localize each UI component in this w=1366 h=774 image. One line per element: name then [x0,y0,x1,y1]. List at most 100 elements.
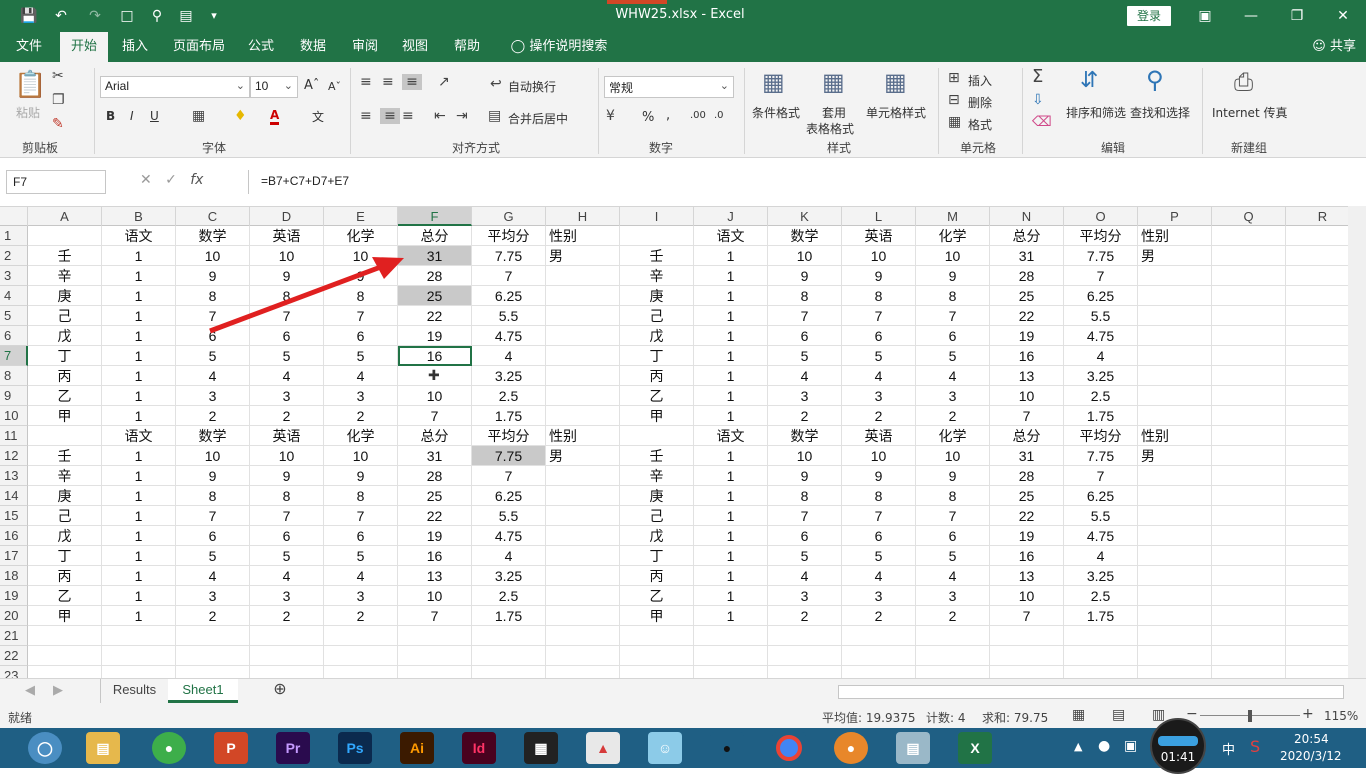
illustrator-icon[interactable]: Ai [400,732,434,764]
video-editor-icon[interactable]: ▦ [524,732,558,764]
zoom-level[interactable]: 115% [1324,709,1358,723]
phonetic-icon[interactable]: 文 [312,108,324,125]
add-sheet-icon[interactable]: ⊕ [268,679,292,703]
cut-icon[interactable]: ✂ [52,68,64,84]
page-break-view-icon[interactable]: ▥ [1152,707,1165,723]
align-bottom-icon[interactable]: ≡ [402,74,422,90]
search-icon[interactable]: ◯ [28,732,62,764]
prev-sheet-icon[interactable]: ◀ [22,679,38,703]
tray-qq-icon[interactable]: ● [1098,738,1110,754]
indesign-icon[interactable]: Id [462,732,496,764]
paste-icon[interactable]: 📋 [14,70,46,100]
conditional-format-button[interactable]: 条件格式 [752,104,800,121]
sheet-tab-sheet1[interactable]: Sheet1 [168,679,238,703]
italic-button[interactable]: I [130,109,134,123]
minimize-button[interactable]: — [1228,4,1274,28]
normal-view-icon[interactable]: ▦ [1072,707,1085,723]
table-format-button-line2[interactable]: 表格格式 [806,120,854,137]
app-cat-icon[interactable]: ☺ [648,732,682,764]
wechat-icon[interactable]: ● [152,732,186,764]
qq-icon[interactable]: ● [710,732,744,764]
next-sheet-icon[interactable]: ▶ [50,679,66,703]
sogou-icon[interactable]: S [1250,737,1260,756]
increase-decimal-button[interactable]: .00 [690,110,706,121]
align-right-icon[interactable]: ≡ [402,108,414,124]
bold-button[interactable]: B [106,109,115,123]
chrome-icon[interactable] [772,732,806,764]
fill-icon[interactable]: ⇩ [1032,92,1044,108]
zoom-in-icon[interactable]: + [1302,706,1314,722]
network-icon[interactable]: ▣ [1124,738,1137,754]
app-ruler-icon[interactable]: ▤ [896,732,930,764]
format-painter-icon[interactable]: ✎ [52,116,64,132]
copy-icon[interactable]: ❐ [52,92,65,108]
undo-icon[interactable]: ↶ [50,6,72,26]
font-size-select[interactable]: 10 ⌄ [250,76,298,98]
align-top-icon[interactable]: ≡ [360,74,372,90]
photoshop-icon[interactable]: Ps [338,732,372,764]
number-format-select[interactable]: 常规 ⌄ [604,76,734,98]
currency-icon[interactable]: ¥ [606,108,615,124]
enter-icon[interactable]: ✓ [165,172,177,188]
powerpoint-icon[interactable]: P [214,732,248,764]
zoom-slider-thumb[interactable] [1248,710,1252,722]
form-icon[interactable]: ▤ [175,6,197,26]
function-icon[interactable]: fx [190,172,203,188]
customize-qat-icon[interactable]: ▾ [203,6,225,26]
grow-font-icon[interactable]: Aˆ [304,78,319,93]
shrink-font-icon[interactable]: Aˇ [328,80,341,93]
percent-button[interactable]: % [642,110,654,125]
login-button[interactable]: 登录 [1127,6,1171,26]
file-explorer-icon[interactable]: ▤ [86,732,120,764]
insert-cells-button[interactable]: 插入 [968,72,992,89]
fill-color-icon[interactable]: ♦ [234,108,247,124]
orientation-icon[interactable]: ↗ [438,74,450,90]
merge-center-button[interactable]: 合并后居中 [508,110,568,127]
comma-button[interactable]: , [666,108,670,123]
tab-file[interactable]: 文件 [6,32,52,62]
tab-formulas[interactable]: 公式 [238,32,284,62]
formula-input[interactable]: =B7+C7+D7+E7 [248,170,1358,194]
font-color-icon[interactable]: A [270,108,280,125]
font-name-select[interactable]: Arial ⌄ [100,76,250,98]
page-layout-view-icon[interactable]: ▤ [1112,707,1125,723]
tab-page-layout[interactable]: 页面布局 [164,32,234,62]
clock-date[interactable]: 2020/3/12 [1280,749,1342,763]
ime-indicator[interactable]: 中 [1222,739,1235,758]
new-file-icon[interactable]: □ [116,6,138,26]
browser-icon[interactable]: ● [834,732,868,764]
show-hidden-icon[interactable]: ▲ [1074,740,1082,753]
format-cells-button[interactable]: 格式 [968,116,992,133]
horizontal-scrollbar[interactable] [838,685,1344,699]
cancel-icon[interactable]: ✕ [140,172,152,188]
underline-button[interactable]: U [150,109,159,123]
recording-widget[interactable]: 01:41 [1150,718,1206,774]
tab-insert[interactable]: 插入 [112,32,158,62]
align-middle-icon[interactable]: ≡ [382,74,394,90]
excel-icon[interactable]: X [958,732,992,764]
redo-icon[interactable]: ↷ [84,6,106,26]
clock-time[interactable]: 20:54 [1294,732,1329,746]
delete-cells-button[interactable]: 删除 [968,94,992,111]
app-umbrella-icon[interactable]: ▲ [586,732,620,764]
tab-view[interactable]: 视图 [392,32,438,62]
restore-button[interactable]: ❐ [1274,4,1320,28]
find-select-button[interactable]: 查找和选择 [1130,104,1190,121]
ribbon-display-icon[interactable]: ▣ [1182,4,1228,28]
border-icon[interactable]: ▦ [192,108,205,124]
wrap-text-button[interactable]: 自动换行 [508,78,556,95]
decrease-indent-icon[interactable]: ⇤ [434,108,446,124]
close-button[interactable]: ✕ [1320,4,1366,28]
tab-review[interactable]: 审阅 [342,32,388,62]
share-button[interactable]: ☺ 共享 [1312,32,1356,62]
tell-me-search[interactable]: ◯ 操作说明搜索 [504,32,614,62]
tab-data[interactable]: 数据 [290,32,336,62]
tab-home[interactable]: 开始 [60,32,108,62]
sort-filter-button[interactable]: 排序和筛选 [1066,104,1126,121]
paste-label[interactable]: 粘贴 [16,104,40,121]
save-icon[interactable]: 💾 [18,6,40,26]
sheet-tab-results[interactable]: Results [100,679,168,703]
tab-help[interactable]: 帮助 [444,32,490,62]
name-box[interactable]: F7 [6,170,106,194]
align-center-icon[interactable]: ≡ [380,108,400,124]
